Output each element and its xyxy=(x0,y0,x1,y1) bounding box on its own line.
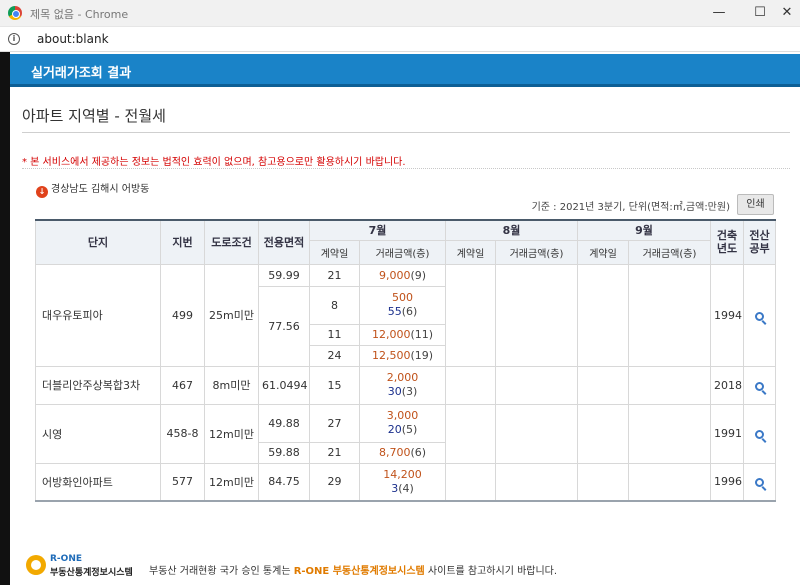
address-bar[interactable]: i about:blank xyxy=(0,27,800,52)
area: 61.0494 xyxy=(258,365,310,405)
built-year: 1996 xyxy=(710,462,744,502)
minimize-button[interactable]: — xyxy=(704,3,734,23)
lot-number: 458-8 xyxy=(160,403,205,464)
contract-day: 15 xyxy=(309,365,360,405)
chrome-icon xyxy=(8,6,22,20)
road-condition: 25m미만 xyxy=(204,263,259,367)
region-text: 경상남도 김해시 어방동 xyxy=(51,184,150,195)
divider xyxy=(22,168,790,169)
area: 84.75 xyxy=(258,462,310,502)
road-condition: 12m미만 xyxy=(204,462,259,502)
col-road: 도로조건 xyxy=(204,219,259,265)
amount: 9,000(9) xyxy=(359,263,446,287)
table-row: 어방화인아파트 577 12m미만 84.75 29 14,200 3(4) 19… xyxy=(35,462,776,502)
close-button[interactable]: ✕ xyxy=(772,3,800,23)
disclaimer-notice: * 본 서비스에서 제공하는 정보는 법적인 효력이 없으며, 참고용으로만 활… xyxy=(22,157,406,168)
contract-day: 29 xyxy=(309,462,360,502)
rone-brand-sub: 부동산통계정보시스템 xyxy=(50,568,133,578)
footer: R-ONE 부동산통계정보시스템 부동산 거래현황 국가 승인 통계는 R-ON… xyxy=(22,554,782,581)
location-icon: ↓ xyxy=(36,186,48,198)
rone-logo-icon xyxy=(26,555,46,575)
col-contract-day: 계약일 xyxy=(577,239,629,265)
table-row: 더블리안주상복합3차 467 8m미만 61.0494 15 2,000 30(3… xyxy=(35,365,776,405)
header-title: 실거래가조회 결과 xyxy=(31,66,132,81)
amount: 8,700(6) xyxy=(359,441,446,464)
table-row: 시영 458-8 12m미만 49.88 27 3,000 20(5) 1991 xyxy=(35,403,776,464)
contract-day: 11 xyxy=(309,323,360,346)
amount: 12,500(19) xyxy=(359,344,446,367)
window-titlebar: 제목 없음 - Chrome — ☐ ✕ xyxy=(0,0,800,27)
table-row: 대우유토피아 499 25m미만 59.99 21 9,000(9) 1994 xyxy=(35,263,776,367)
contract-day: 27 xyxy=(309,403,360,443)
area: 77.56 xyxy=(258,285,310,367)
rone-link[interactable]: R-ONE 부동산통계정보시스템 xyxy=(294,566,425,577)
complex-name: 대우유토피아 xyxy=(35,263,161,367)
area: 59.99 xyxy=(258,263,310,287)
amount: 14,200 3(4) xyxy=(359,462,446,502)
transactions-table: 단지 지번 도로조건 전용면적 7월 8월 9월 건축년도 전산공부 계약일 거… xyxy=(35,219,776,502)
col-amount: 거래금액(층) xyxy=(628,239,711,265)
col-area: 전용면적 xyxy=(258,219,310,265)
contract-day: 24 xyxy=(309,344,360,367)
amount: 12,000(11) xyxy=(359,323,446,346)
divider xyxy=(22,132,790,133)
area: 49.88 xyxy=(258,403,310,443)
contract-day: 21 xyxy=(309,441,360,464)
complex-name: 어방화인아파트 xyxy=(35,462,161,502)
area: 59.88 xyxy=(258,441,310,464)
lot-number: 577 xyxy=(160,462,205,502)
url-text[interactable]: about:blank xyxy=(37,32,109,46)
page-title: 아파트 지역별 - 전월세 xyxy=(22,107,166,125)
window-title: 제목 없음 - Chrome xyxy=(30,8,129,21)
lot-number: 499 xyxy=(160,263,205,367)
col-registry: 전산공부 xyxy=(743,219,776,265)
info-icon[interactable]: i xyxy=(8,33,20,45)
col-amount: 거래금액(층) xyxy=(359,239,446,265)
registry-search-icon[interactable] xyxy=(755,311,764,321)
built-year: 1994 xyxy=(710,263,744,367)
col-july: 7월 xyxy=(309,219,446,241)
col-contract-day: 계약일 xyxy=(445,239,496,265)
col-lot: 지번 xyxy=(160,219,205,265)
col-complex: 단지 xyxy=(35,219,161,265)
print-button[interactable]: 인쇄 xyxy=(737,194,774,215)
amount: 3,000 20(5) xyxy=(359,403,446,443)
built-year: 2018 xyxy=(710,365,744,405)
built-year: 1991 xyxy=(710,403,744,464)
complex-name: 시영 xyxy=(35,403,161,464)
road-condition: 8m미만 xyxy=(204,365,259,405)
registry-search-icon[interactable] xyxy=(755,430,764,439)
region-label: ↓ 경상남도 김해시 어방동 xyxy=(36,180,149,198)
registry-search-icon[interactable] xyxy=(755,381,764,391)
window-edge xyxy=(0,52,10,585)
col-september: 9월 xyxy=(577,219,711,241)
col-august: 8월 xyxy=(445,219,578,241)
basis-note: 기준 : 2021년 3분기, 단위(면적:㎡,금액:만원) xyxy=(531,202,730,213)
maximize-button[interactable]: ☐ xyxy=(745,3,775,23)
lot-number: 467 xyxy=(160,365,205,405)
col-built-year: 건축년도 xyxy=(710,219,744,265)
rone-brand: R-ONE xyxy=(50,554,82,564)
col-amount: 거래금액(층) xyxy=(495,239,578,265)
result-header: 실거래가조회 결과 xyxy=(10,54,800,87)
col-contract-day: 계약일 xyxy=(309,239,360,265)
amount: 2,000 30(3) xyxy=(359,365,446,405)
contract-day: 21 xyxy=(309,263,360,287)
road-condition: 12m미만 xyxy=(204,403,259,464)
complex-name: 더블리안주상복합3차 xyxy=(35,365,161,405)
contract-day: 8 xyxy=(309,285,360,325)
amount: 500 55(6) xyxy=(359,285,446,325)
registry-search-icon[interactable] xyxy=(755,478,764,488)
footer-text: 부동산 거래현황 국가 승인 통계는 R-ONE 부동산통계정보시스템 사이트를… xyxy=(149,566,558,577)
